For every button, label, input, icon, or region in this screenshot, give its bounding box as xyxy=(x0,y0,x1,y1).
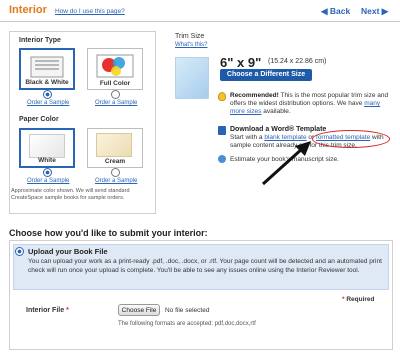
next-button[interactable]: Next ▶ xyxy=(361,6,388,17)
bw-option-label: Black & White xyxy=(25,79,69,86)
annotation-arrow-icon xyxy=(261,141,311,186)
choose-file-button[interactable]: Choose File xyxy=(118,304,160,316)
no-file-selected-text: No file selected xyxy=(165,307,210,314)
back-button[interactable]: ◀ Back xyxy=(321,6,350,17)
trim-size-label: Trim Size xyxy=(175,33,205,40)
cream-paper-radio[interactable] xyxy=(111,168,120,177)
paper-color-label: Paper Color xyxy=(19,116,59,123)
highlight-oval xyxy=(312,130,390,148)
recommended-title: Recommended! xyxy=(230,92,279,99)
interior-file-star: * xyxy=(66,307,69,314)
upload-option-title: Upload your Book File xyxy=(28,247,108,256)
trim-size-cm: (15.24 x 22.86 cm) xyxy=(268,58,327,65)
required-note: * Required xyxy=(342,296,375,303)
lightbulb-icon xyxy=(218,92,226,101)
white-paper-label: White xyxy=(38,157,56,164)
cream-paper-label: Cream xyxy=(104,158,126,165)
choose-different-size-button[interactable]: Choose a Different Size xyxy=(220,69,312,81)
color-book-icon xyxy=(96,54,134,78)
recommended-text: Recommended! This is the most popular tr… xyxy=(230,92,395,116)
full-color-order-sample-link[interactable]: Order a Sample xyxy=(95,100,137,106)
full-color-option-label: Full Color xyxy=(99,80,131,87)
cream-order-sample-link[interactable]: Order a Sample xyxy=(95,178,137,184)
paper-color-note: Approximate color shown. We will send st… xyxy=(11,188,130,201)
full-color-radio[interactable] xyxy=(111,90,120,99)
bw-option-card[interactable]: Black & White xyxy=(19,48,75,90)
whats-this-link[interactable]: What's this? xyxy=(175,42,208,48)
interior-type-label: Interior Type xyxy=(19,37,61,44)
white-paper-radio[interactable] xyxy=(43,168,52,177)
page-title: Interior xyxy=(9,4,47,16)
page-header: Interior How do I use this page? ◀ Back … xyxy=(0,0,400,22)
white-paper-card[interactable]: White xyxy=(19,128,75,168)
bw-radio[interactable] xyxy=(43,90,52,99)
trim-book-icon xyxy=(175,57,209,99)
submit-section-title: Choose how you'd like to submit your int… xyxy=(9,228,208,238)
required-label: Required xyxy=(346,296,375,303)
interior-file-label: Interior File * xyxy=(26,307,69,314)
cream-paper-card[interactable]: Cream xyxy=(87,128,143,168)
white-order-sample-link[interactable]: Order a Sample xyxy=(27,178,69,184)
white-paper-swatch xyxy=(29,134,65,158)
download-template-title: Download a Word® Template xyxy=(230,126,327,133)
trim-size-value: 6" x 9" xyxy=(220,55,262,70)
bw-order-sample-link[interactable]: Order a Sample xyxy=(27,100,69,106)
word-template-icon xyxy=(218,126,226,135)
estimate-icon xyxy=(218,155,226,163)
upload-option-desc: You can upload your work as a print-read… xyxy=(28,258,382,274)
accepted-formats-text: The following formats are accepted: pdf,… xyxy=(118,321,256,327)
cream-paper-swatch xyxy=(96,133,132,157)
bw-book-icon xyxy=(30,56,64,78)
full-color-option-card[interactable]: Full Color xyxy=(87,48,143,90)
interior-file-text: Interior File xyxy=(26,307,65,314)
how-to-link[interactable]: How do I use this page? xyxy=(55,8,125,15)
upload-radio[interactable] xyxy=(15,247,24,256)
recommended-tail: available. xyxy=(263,108,291,115)
